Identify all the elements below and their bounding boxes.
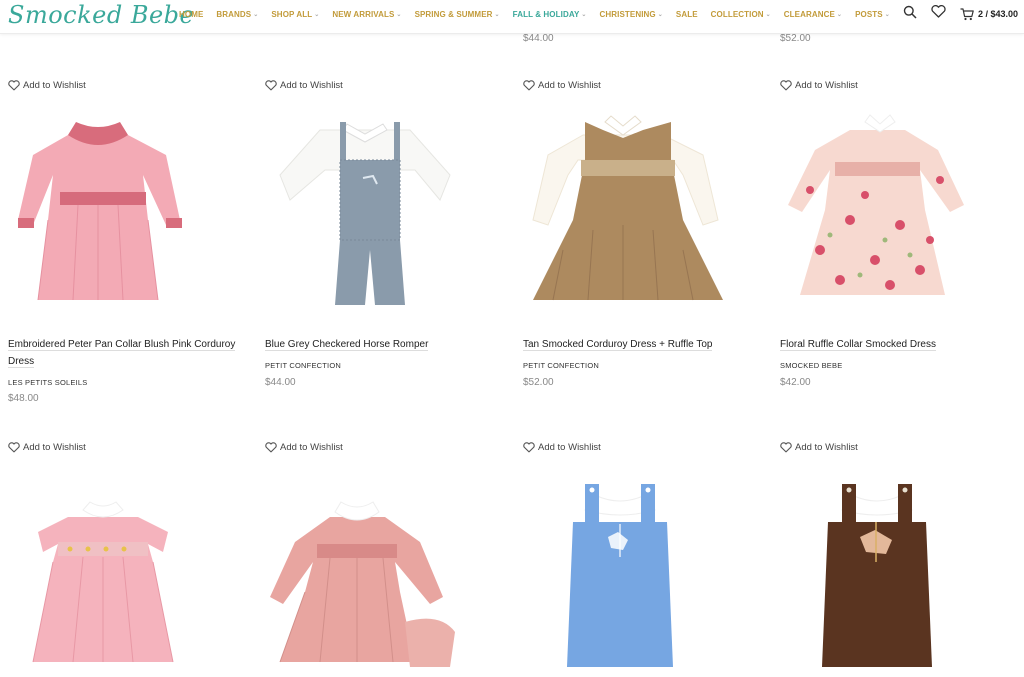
- nav-item-spring-summer[interactable]: SPRING & SUMMER ⌄: [415, 10, 500, 19]
- heart-icon: [8, 80, 20, 91]
- nav-label: CHRISTENING: [599, 9, 656, 19]
- product-brand[interactable]: LES PETITS SOLEILS: [8, 378, 87, 387]
- wishlist-label: Add to Wishlist: [795, 442, 858, 453]
- nav-item-christening[interactable]: CHRISTENING ⌄: [600, 10, 663, 19]
- site-logo[interactable]: Smocked Bebe: [8, 0, 194, 31]
- product-price: $44.00: [265, 377, 296, 388]
- product-title[interactable]: Tan Smocked Corduroy Dress + Ruffle Top: [523, 336, 759, 353]
- chevron-down-icon: ⌄: [314, 11, 320, 18]
- site-header: Smocked Bebe HOME BRANDS ⌄ SHOP ALL ⌄ NEW …: [0, 0, 1024, 34]
- product-title[interactable]: Embroidered Peter Pan Collar Blush Pink …: [8, 336, 244, 370]
- product-image-pink-smocked-dress[interactable]: [8, 462, 244, 672]
- heart-icon: [523, 442, 535, 453]
- wishlist-label: Add to Wishlist: [538, 80, 601, 91]
- product-price: $52.00: [780, 33, 811, 44]
- product-price: $44.00: [523, 33, 554, 44]
- add-to-wishlist-button[interactable]: Add to Wishlist: [780, 80, 858, 91]
- nav-label: SHOP ALL: [271, 9, 313, 19]
- add-to-wishlist-button[interactable]: Add to Wishlist: [523, 442, 601, 453]
- chevron-down-icon: ⌄: [836, 11, 843, 18]
- main-nav: HOME BRANDS ⌄ SHOP ALL ⌄ NEW ARRIVALS ⌄ SPR…: [179, 0, 903, 28]
- product-price: $48.00: [8, 393, 39, 404]
- cart-button[interactable]: 2 / $43.00: [960, 7, 1018, 21]
- product-brand[interactable]: PETIT CONFECTION: [265, 361, 341, 370]
- product-price: $52.00: [523, 377, 554, 388]
- chevron-down-icon: ⌄: [494, 11, 500, 18]
- nav-item-sale[interactable]: SALE: [676, 10, 698, 19]
- product-image-tan-dress[interactable]: [523, 100, 759, 310]
- product-image-pink-dress-bloomers[interactable]: [265, 462, 501, 672]
- product-title[interactable]: Floral Ruffle Collar Smocked Dress: [780, 336, 1016, 353]
- product-title-text: Floral Ruffle Collar Smocked Dress: [780, 339, 936, 351]
- product-image-floral-dress[interactable]: [780, 100, 1016, 310]
- product-title-text: Tan Smocked Corduroy Dress + Ruffle Top: [523, 339, 713, 351]
- product-title-text: Embroidered Peter Pan Collar Blush Pink …: [8, 339, 236, 368]
- nav-item-posts[interactable]: POSTS ⌄: [855, 10, 890, 19]
- nav-label: SPRING & SUMMER: [414, 9, 493, 19]
- nav-item-home[interactable]: HOME: [179, 10, 203, 19]
- chevron-down-icon: ⌄: [765, 11, 771, 18]
- product-image-romper[interactable]: [265, 100, 501, 310]
- wishlist-label: Add to Wishlist: [23, 80, 86, 91]
- nav-label: SALE: [675, 9, 698, 19]
- wishlist-label: Add to Wishlist: [795, 80, 858, 91]
- add-to-wishlist-button[interactable]: Add to Wishlist: [265, 442, 343, 453]
- product-brand[interactable]: SMOCKED BEBE: [780, 361, 842, 370]
- chevron-down-icon: ⌄: [253, 11, 259, 18]
- cart-icon: [960, 7, 974, 20]
- nav-label: HOME: [179, 9, 204, 19]
- product-title[interactable]: Blue Grey Checkered Horse Romper: [265, 336, 501, 353]
- wishlist-label: Add to Wishlist: [23, 442, 86, 453]
- product-image-pink-dress[interactable]: [8, 100, 244, 310]
- nav-label: CLEARANCE: [783, 9, 835, 19]
- wishlist-label: Add to Wishlist: [280, 442, 343, 453]
- chevron-down-icon: ⌄: [657, 11, 663, 18]
- heart-icon: [265, 442, 277, 453]
- add-to-wishlist-button[interactable]: Add to Wishlist: [8, 442, 86, 453]
- heart-icon: [8, 442, 20, 453]
- wishlist-label: Add to Wishlist: [538, 442, 601, 453]
- nav-label: FALL & HOLIDAY: [512, 9, 580, 19]
- cart-summary: 2 / $43.00: [977, 9, 1018, 19]
- nav-label: BRANDS: [216, 9, 252, 19]
- nav-item-collection[interactable]: COLLECTION ⌄: [711, 10, 771, 19]
- product-image-brown-jon-jon[interactable]: [780, 462, 1016, 672]
- add-to-wishlist-button[interactable]: Add to Wishlist: [8, 80, 86, 91]
- heart-icon: [265, 80, 277, 91]
- nav-item-new-arrivals[interactable]: NEW ARRIVALS ⌄: [332, 10, 401, 19]
- product-price: $42.00: [780, 377, 811, 388]
- heart-icon: [780, 80, 792, 91]
- product-brand[interactable]: PETIT CONFECTION: [523, 361, 599, 370]
- nav-item-clearance[interactable]: CLEARANCE ⌄: [784, 10, 842, 19]
- product-title-text: Blue Grey Checkered Horse Romper: [265, 339, 429, 351]
- nav-label: POSTS: [855, 9, 883, 19]
- nav-item-shop-all[interactable]: SHOP ALL ⌄: [271, 10, 319, 19]
- nav-item-brands[interactable]: BRANDS ⌄: [216, 10, 258, 19]
- nav-label: COLLECTION: [710, 9, 764, 19]
- product-image-blue-jon-jon[interactable]: [523, 462, 759, 672]
- heart-icon[interactable]: [931, 5, 946, 23]
- heart-icon: [523, 80, 535, 91]
- search-icon[interactable]: [903, 5, 917, 24]
- nav-item-fall-holiday[interactable]: FALL & HOLIDAY ⌄: [513, 10, 587, 19]
- chevron-down-icon: ⌄: [581, 11, 587, 18]
- chevron-down-icon: ⌄: [396, 11, 402, 18]
- nav-label: NEW ARRIVALS: [332, 9, 395, 19]
- heart-icon: [780, 442, 792, 453]
- add-to-wishlist-button[interactable]: Add to Wishlist: [265, 80, 343, 91]
- add-to-wishlist-button[interactable]: Add to Wishlist: [780, 442, 858, 453]
- header-tools: 2 / $43.00: [889, 5, 1018, 23]
- add-to-wishlist-button[interactable]: Add to Wishlist: [523, 80, 601, 91]
- wishlist-label: Add to Wishlist: [280, 80, 343, 91]
